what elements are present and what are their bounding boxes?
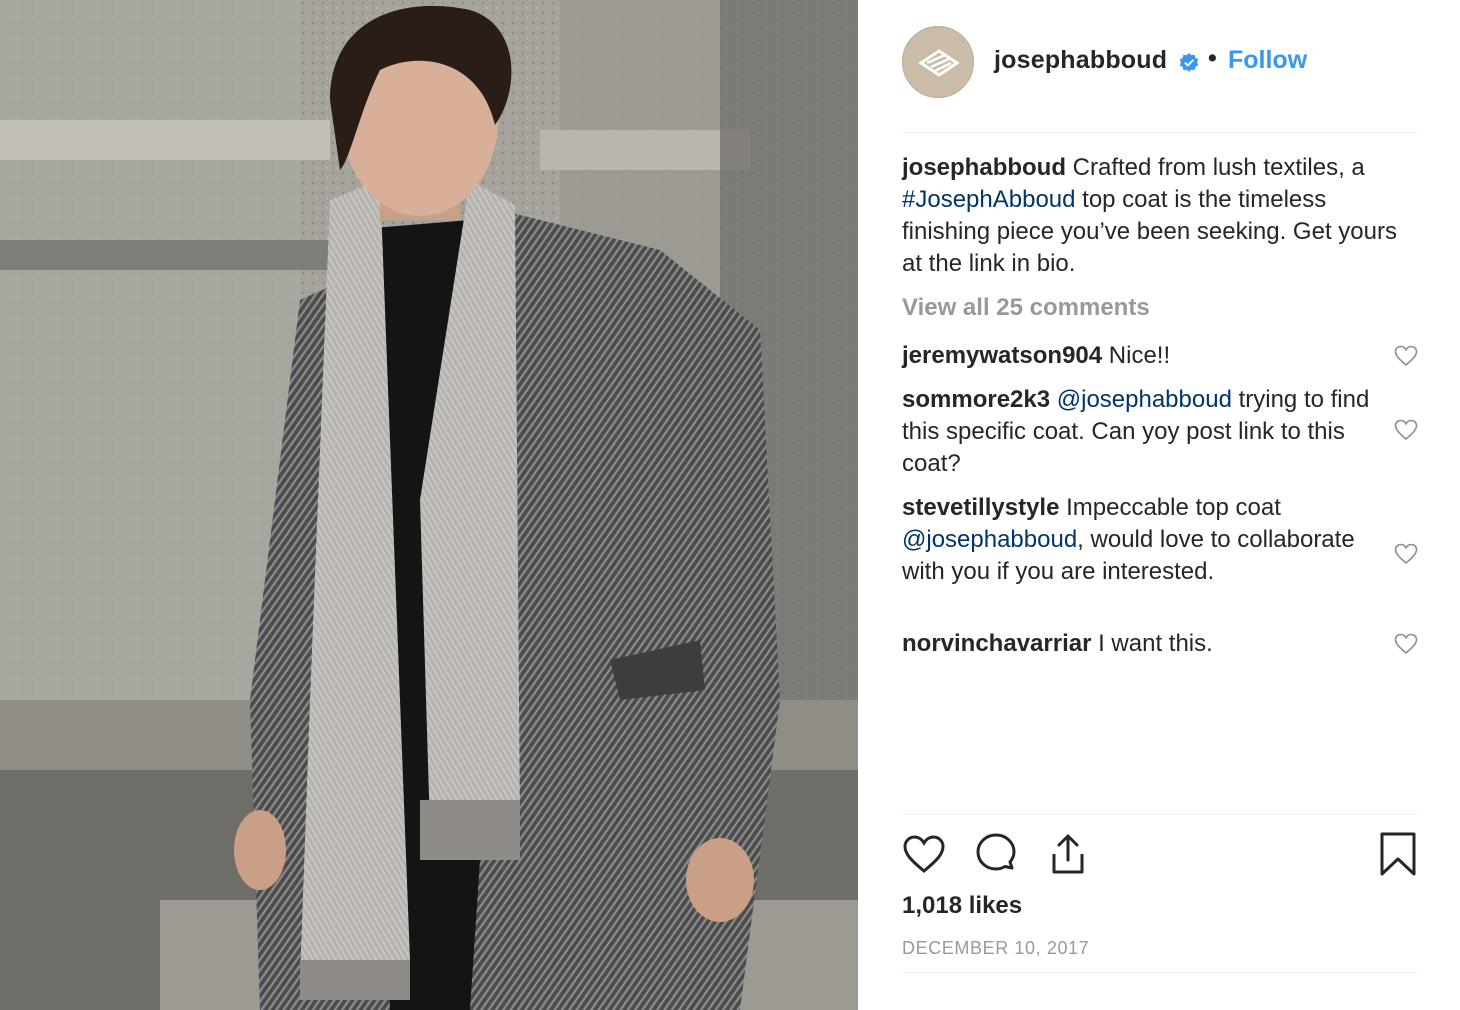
post-details-panel: josephabboud • Follow josephabboud Craft… — [858, 0, 1460, 1010]
brand-logo-icon — [918, 49, 960, 77]
follow-button[interactable]: Follow — [1228, 46, 1307, 75]
caption-username[interactable]: josephabboud — [902, 154, 1066, 181]
likes-count[interactable]: 1,018 likes — [902, 892, 1022, 920]
comment-item: jeremywatson904 Nice!! — [902, 340, 1372, 372]
comment-username[interactable]: sommore2k3 — [902, 386, 1050, 413]
author-username[interactable]: josephabboud — [994, 46, 1167, 75]
comment-username[interactable]: stevetillystyle — [902, 494, 1059, 521]
comment-item: norvinchavarriar I want this. — [902, 628, 1372, 660]
bookmark-icon[interactable] — [1378, 832, 1418, 876]
avatar[interactable] — [902, 26, 974, 98]
comment-text: Nice!! — [1102, 342, 1171, 369]
comment-bubble-icon[interactable] — [974, 832, 1018, 876]
comment-mention[interactable]: @josephabboud — [902, 526, 1077, 553]
post-header: josephabboud • Follow — [902, 26, 1418, 98]
caption-hashtag[interactable]: #JosephAbboud — [902, 186, 1075, 213]
comment-item: sommore2k3 @josephabboud trying to find … — [902, 384, 1372, 480]
post-caption: josephabboud Crafted from lush textiles,… — [902, 152, 1418, 280]
bottom-divider — [902, 972, 1418, 973]
comment-text: Impeccable top coat — [1059, 494, 1281, 521]
action-bar — [902, 832, 1418, 882]
comment-username[interactable]: norvinchavarriar — [902, 630, 1091, 657]
view-all-comments-link[interactable]: View all 25 comments — [902, 294, 1150, 322]
share-icon[interactable] — [1046, 832, 1090, 876]
post-date[interactable]: DECEMBER 10, 2017 — [902, 938, 1089, 959]
post-photo-illustration — [0, 0, 858, 1010]
comment-username[interactable]: jeremywatson904 — [902, 342, 1102, 369]
comment-like-heart-icon[interactable] — [1394, 632, 1418, 656]
actions-divider — [902, 814, 1418, 815]
comment-like-heart-icon[interactable] — [1394, 542, 1418, 566]
post-photo[interactable] — [0, 0, 858, 1010]
heart-icon[interactable] — [902, 832, 946, 876]
comment-item: stevetillystyle Impeccable top coat @jos… — [902, 492, 1372, 588]
comment-text: I want this. — [1091, 630, 1213, 657]
header-divider — [902, 132, 1418, 133]
comment-like-heart-icon[interactable] — [1394, 344, 1418, 368]
separator-dot: • — [1208, 44, 1217, 72]
comment-text — [1050, 386, 1057, 413]
comment-like-heart-icon[interactable] — [1394, 418, 1418, 442]
comment-mention[interactable]: @josephabboud — [1057, 386, 1232, 413]
caption-text-before: Crafted from lush textiles, a — [1066, 154, 1365, 181]
verified-badge-icon — [1179, 53, 1199, 72]
